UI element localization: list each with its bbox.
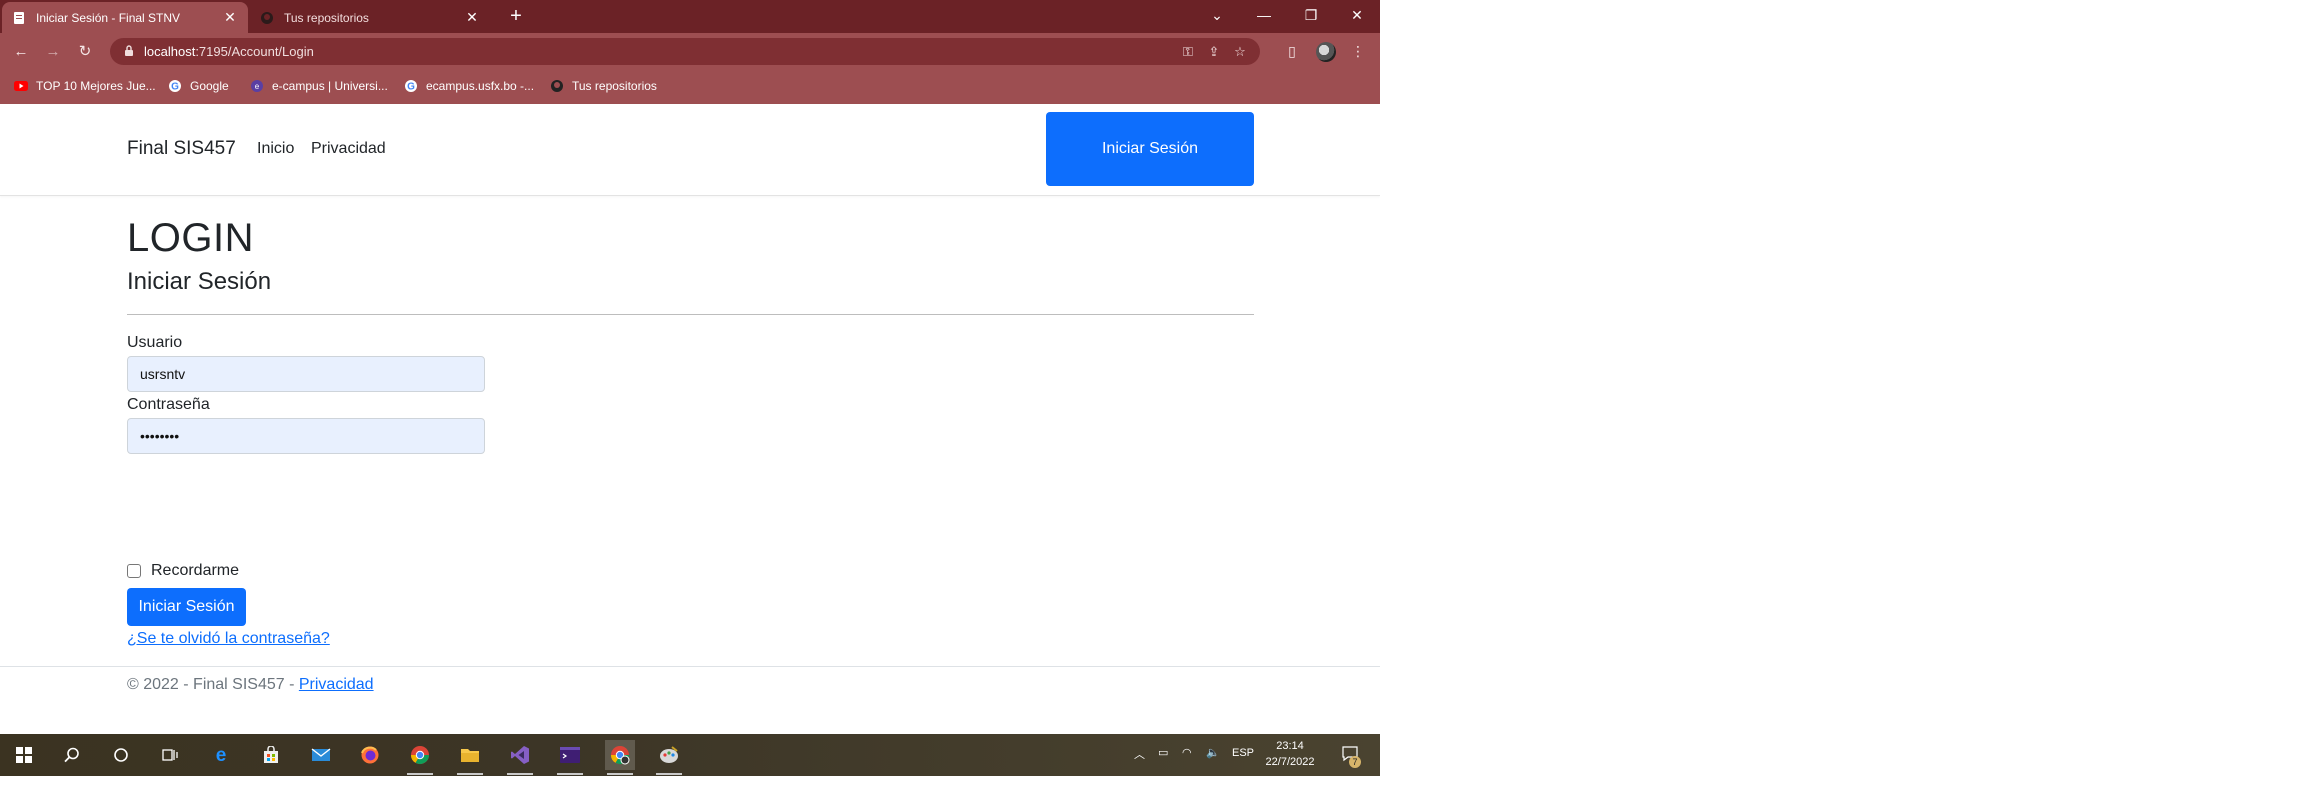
- site-navbar: Final SIS457 Inicio Privacidad Iniciar S…: [0, 104, 1380, 196]
- star-icon[interactable]: ☆: [1232, 44, 1248, 60]
- volume-icon[interactable]: 🔈: [1206, 746, 1220, 759]
- password-input[interactable]: ••••••••: [127, 418, 485, 454]
- screen: Iniciar Sesión - Final STNV ✕ Tus reposi…: [0, 0, 1380, 800]
- tab-title: Tus repositorios: [284, 10, 369, 25]
- search-icon[interactable]: [57, 740, 87, 770]
- bookmark-google[interactable]: G Google: [168, 79, 229, 93]
- github-icon: [550, 79, 564, 93]
- cortana-icon[interactable]: [106, 740, 136, 770]
- reload-icon[interactable]: ↻: [74, 41, 96, 63]
- svg-text:G: G: [407, 82, 415, 93]
- close-tab-icon[interactable]: ✕: [222, 9, 238, 26]
- share-icon[interactable]: ⇪: [1206, 44, 1222, 60]
- nav-link-privacidad[interactable]: Privacidad: [311, 140, 386, 158]
- bookmark-youtube[interactable]: TOP 10 Mejores Jue...: [14, 79, 156, 93]
- google-icon: G: [404, 79, 418, 93]
- task-view-icon[interactable]: [155, 740, 185, 770]
- chevron-up-icon[interactable]: ︿: [1134, 746, 1145, 762]
- tab-search-icon[interactable]: ⌄: [1202, 4, 1232, 26]
- footer: © 2022 - Final SIS457 - Privacidad: [127, 676, 374, 694]
- tab-repositories[interactable]: Tus repositorios ✕: [250, 2, 490, 33]
- tab-title: Iniciar Sesión - Final STNV: [36, 10, 181, 25]
- new-tab-button[interactable]: +: [505, 6, 527, 28]
- network-icon[interactable]: ◠: [1182, 746, 1192, 759]
- profile-avatar[interactable]: [1316, 42, 1336, 62]
- footer-text: © 2022 - Final SIS457 -: [127, 676, 299, 693]
- battery-icon[interactable]: ▭: [1158, 746, 1168, 759]
- page-icon: [12, 11, 26, 25]
- bookmark-ecampus[interactable]: e e-campus | Universi...: [250, 79, 388, 93]
- close-window-icon[interactable]: ✕: [1342, 4, 1372, 26]
- clock[interactable]: 23:14 22/7/2022: [1262, 738, 1318, 770]
- form-subtitle: Iniciar Sesión: [127, 268, 272, 295]
- address-bar[interactable]: localhost:7195/Account/Login ⚿ ⇪ ☆: [110, 38, 1260, 65]
- menu-icon[interactable]: ⋮: [1348, 41, 1368, 61]
- bookmark-github[interactable]: Tus repositorios: [550, 79, 657, 93]
- header-login-button[interactable]: Iniciar Sesión: [1046, 112, 1254, 186]
- url-path: :7195/Account/Login: [195, 44, 314, 59]
- paint-icon[interactable]: [654, 740, 684, 775]
- password-label: Contraseña: [127, 396, 210, 413]
- remember-checkbox[interactable]: [127, 564, 141, 578]
- divider: [127, 314, 1254, 315]
- firefox-icon[interactable]: [355, 740, 385, 770]
- restore-icon[interactable]: ❐: [1296, 4, 1326, 26]
- mail-icon[interactable]: [306, 740, 336, 770]
- close-tab-icon[interactable]: ✕: [464, 9, 480, 26]
- github-icon: [260, 11, 274, 25]
- google-icon: G: [168, 79, 182, 93]
- back-icon[interactable]: ←: [10, 41, 32, 63]
- svg-text:e: e: [255, 82, 260, 91]
- file-explorer-icon[interactable]: [455, 740, 485, 775]
- chrome-profile-icon[interactable]: [605, 740, 635, 775]
- url-host: localhost: [144, 44, 196, 59]
- clock-time: 23:14: [1276, 740, 1304, 752]
- bookmark-label: Tus repositorios: [572, 79, 657, 93]
- svg-text:e: e: [216, 745, 227, 765]
- bookmarks-bar: TOP 10 Mejores Jue... G Google e e-campu…: [0, 70, 1380, 105]
- chrome-icon[interactable]: [405, 740, 435, 775]
- bookmark-label: Google: [190, 79, 229, 93]
- submit-login-button[interactable]: Iniciar Sesión: [127, 588, 246, 626]
- bookmark-label: TOP 10 Mejores Jue...: [36, 79, 156, 93]
- language-indicator[interactable]: ESP: [1232, 747, 1254, 759]
- username-label: Usuario: [127, 334, 183, 351]
- url-text: localhost:7195/Account/Login: [144, 44, 314, 59]
- web-page: Final SIS457 Inicio Privacidad Iniciar S…: [0, 104, 1380, 734]
- forgot-password-link[interactable]: ¿Se te olvidó la contraseña?: [127, 630, 330, 648]
- key-icon[interactable]: ⚿: [1180, 44, 1196, 60]
- side-panel-icon[interactable]: ▯: [1282, 41, 1302, 61]
- bookmark-label: ecampus.usfx.bo -...: [426, 79, 535, 93]
- bookmark-label: e-campus | Universi...: [272, 79, 388, 93]
- store-icon[interactable]: [256, 740, 286, 770]
- forward-icon[interactable]: →: [42, 41, 64, 63]
- visual-studio-icon[interactable]: [505, 740, 535, 775]
- windows-taskbar: e ︿ ▭ ◠ 🔈 ESP 23:14 22/7/2022 7: [0, 734, 1380, 776]
- brand-link[interactable]: Final SIS457: [127, 138, 236, 160]
- nav-link-inicio[interactable]: Inicio: [257, 140, 294, 158]
- footer-divider: [0, 666, 1380, 667]
- minimize-icon[interactable]: —: [1249, 4, 1279, 26]
- svg-text:G: G: [171, 82, 179, 93]
- bookmark-ecampus-usfx[interactable]: G ecampus.usfx.bo -...: [404, 79, 534, 93]
- clock-date: 22/7/2022: [1265, 756, 1315, 768]
- tab-login[interactable]: Iniciar Sesión - Final STNV ✕: [2, 2, 248, 33]
- ecampus-icon: e: [250, 79, 264, 93]
- edge-icon[interactable]: e: [206, 740, 236, 770]
- youtube-icon: [14, 79, 28, 93]
- browser-toolbar: ← → ↻ localhost:7195/Account/Login ⚿ ⇪ ☆…: [0, 33, 1380, 70]
- page-title: LOGIN: [127, 216, 254, 260]
- notification-badge: 7: [1349, 756, 1361, 768]
- lock-icon: [122, 44, 136, 58]
- footer-privacy-link[interactable]: Privacidad: [299, 676, 374, 693]
- remember-label[interactable]: Recordarme: [151, 562, 239, 580]
- username-input[interactable]: usrsntv: [127, 356, 485, 392]
- terminal-icon[interactable]: [555, 740, 585, 775]
- windows-start-icon[interactable]: [9, 740, 39, 770]
- tab-strip: Iniciar Sesión - Final STNV ✕ Tus reposi…: [0, 0, 1380, 33]
